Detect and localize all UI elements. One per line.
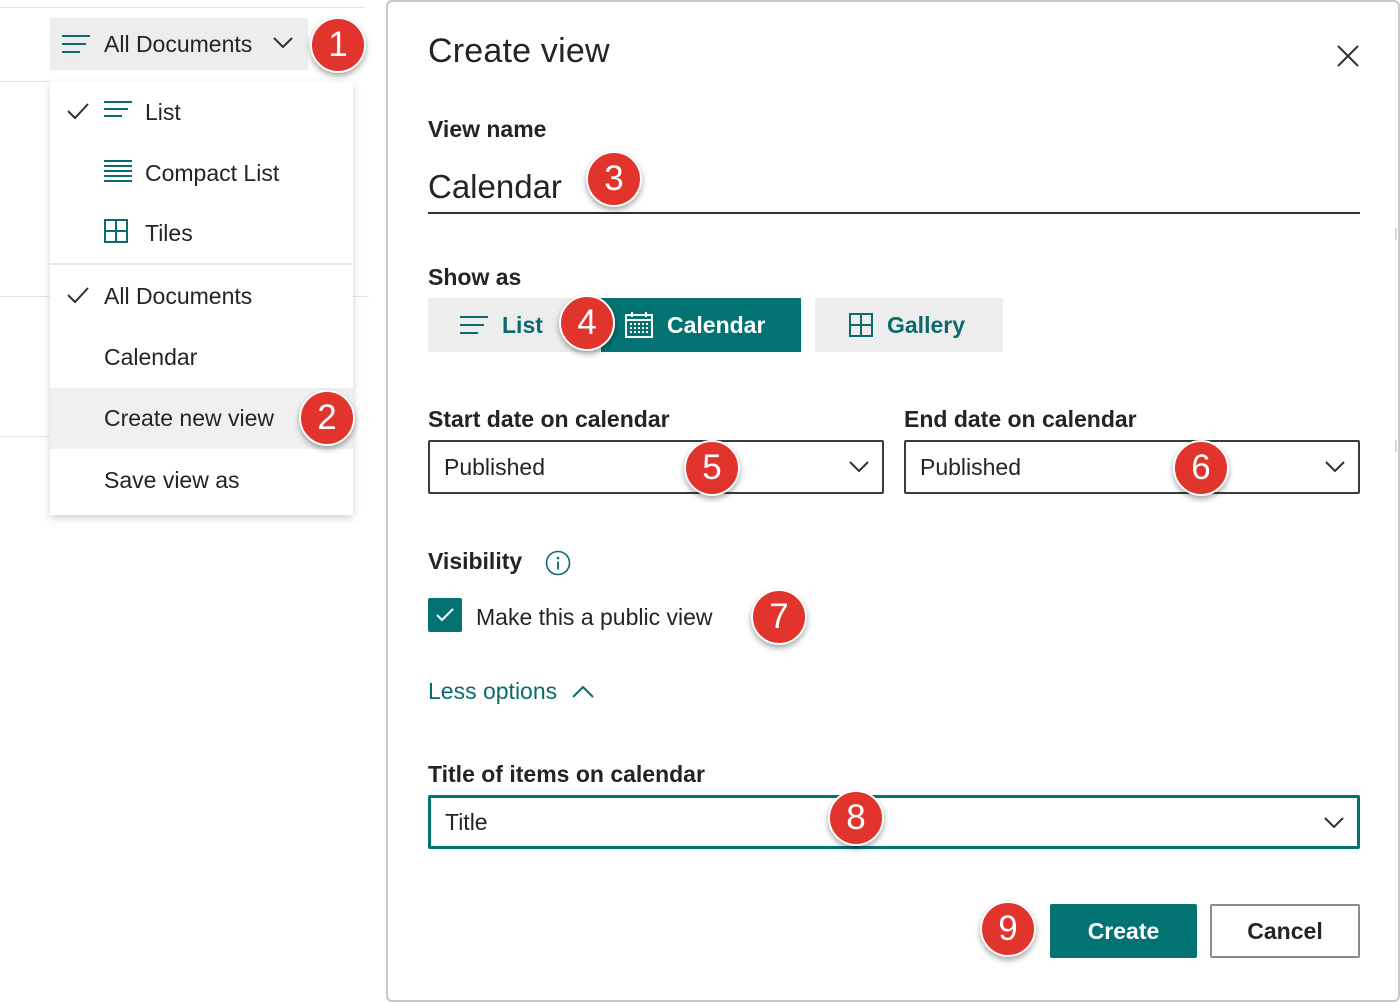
show-as-calendar-label: Calendar (667, 311, 766, 338)
view-switcher-label: All Documents (104, 30, 253, 57)
menu-item-list[interactable]: List (50, 82, 353, 142)
callout-marker: 1 (310, 17, 366, 73)
calendar-icon (625, 312, 653, 338)
create-view-dialog: Create view View name Show as List Calen… (386, 0, 1400, 1002)
menu-item-label: Create new view (104, 405, 275, 431)
show-as-label: Show as (428, 264, 522, 290)
menu-item-compact-list[interactable]: Compact List (50, 143, 353, 203)
menu-item-label: All Documents (104, 282, 253, 309)
list-lines-icon (104, 101, 132, 117)
callout-marker: 2 (299, 390, 355, 446)
chevron-up-icon (572, 685, 594, 698)
show-as-gallery-button[interactable]: Gallery (815, 298, 1003, 352)
less-options-link[interactable]: Less options (428, 678, 595, 705)
divider (1395, 228, 1397, 240)
callout-marker: 6 (1173, 440, 1229, 496)
callout-marker: 9 (980, 901, 1036, 957)
visibility-label: Visibility (428, 548, 523, 574)
divider (1395, 440, 1397, 452)
less-options-label: Less options (428, 678, 558, 704)
close-icon[interactable] (1334, 42, 1362, 70)
callout-marker: 3 (586, 151, 642, 207)
tiles-grid-icon (104, 219, 128, 243)
end-date-label: End date on calendar (904, 406, 1137, 432)
show-as-list-label: List (502, 311, 543, 338)
chevron-down-icon (273, 37, 293, 49)
callout-marker: 8 (828, 790, 884, 846)
create-button[interactable]: Create (1050, 904, 1197, 958)
menu-item-calendar[interactable]: Calendar (50, 327, 353, 387)
menu-divider (50, 263, 353, 265)
start-date-dropdown[interactable]: Published (428, 440, 884, 494)
show-as-calendar-button[interactable]: Calendar (601, 298, 801, 352)
divider (0, 81, 50, 82)
title-items-value: Title (445, 808, 488, 835)
callout-marker: 7 (751, 589, 807, 645)
view-switcher-button[interactable]: All Documents (50, 18, 308, 70)
menu-item-label: Compact List (145, 159, 280, 186)
menu-item-label: List (145, 98, 181, 125)
gallery-grid-icon (849, 313, 873, 337)
menu-item-label: Calendar (104, 343, 198, 370)
start-date-label: Start date on calendar (428, 406, 670, 432)
public-view-checkbox[interactable] (428, 598, 462, 632)
end-date-dropdown[interactable]: Published (904, 440, 1360, 494)
chevron-down-icon (1324, 817, 1344, 829)
menu-item-label: Save view as (104, 466, 240, 493)
callout-marker: 4 (559, 295, 615, 351)
public-view-label: Make this a public view (476, 604, 713, 630)
dialog-title: Create view (428, 32, 610, 70)
checkmark-icon (436, 608, 454, 622)
list-lines-icon (62, 35, 90, 53)
checkmark-icon (67, 287, 89, 304)
show-as-gallery-label: Gallery (887, 311, 965, 338)
divider (353, 296, 369, 297)
compact-list-icon (104, 160, 132, 182)
divider (0, 296, 50, 297)
divider (0, 7, 365, 8)
menu-item-save-view-as[interactable]: Save view as (50, 450, 353, 510)
title-items-label: Title of items on calendar (428, 761, 705, 787)
end-date-value: Published (920, 453, 1022, 480)
menu-item-tiles[interactable]: Tiles (50, 203, 353, 263)
list-lines-icon (460, 316, 488, 334)
title-items-dropdown[interactable]: Title (428, 795, 1360, 849)
cancel-button[interactable]: Cancel (1210, 904, 1360, 958)
view-name-input[interactable] (428, 162, 1360, 214)
chevron-down-icon (849, 461, 869, 473)
divider (0, 436, 50, 437)
view-menu: List Compact List Tiles All Documents Ca… (50, 82, 353, 515)
view-name-label: View name (428, 116, 547, 142)
start-date-value: Published (444, 453, 546, 480)
document-library-background: All Documents List Compact List Tiles Al… (0, 0, 386, 1002)
info-icon[interactable] (545, 550, 571, 576)
chevron-down-icon (1325, 461, 1345, 473)
checkmark-icon (67, 103, 89, 120)
menu-item-label: Tiles (145, 219, 193, 246)
callout-marker: 5 (684, 440, 740, 496)
menu-item-all-documents[interactable]: All Documents (50, 266, 353, 326)
